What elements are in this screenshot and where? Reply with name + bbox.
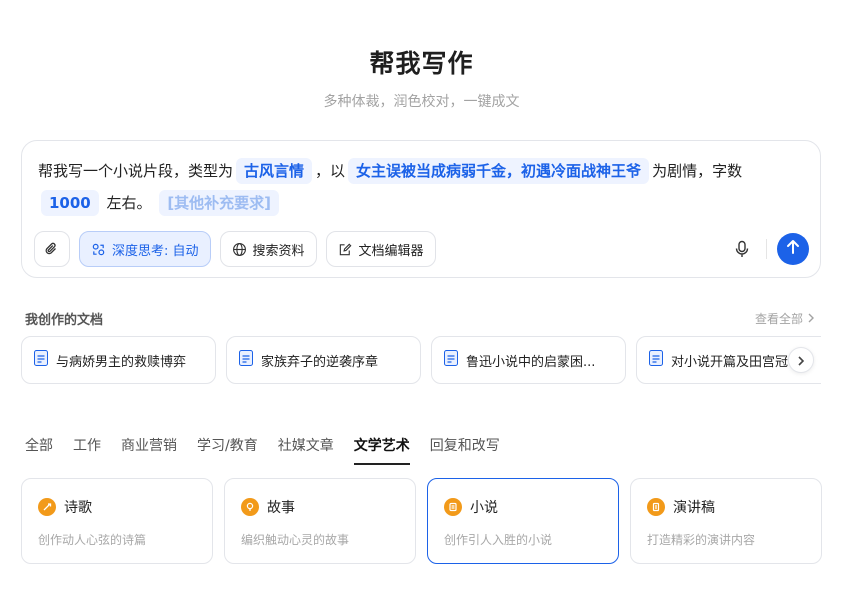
doc-editor-button[interactable]: 文档编辑器 xyxy=(325,231,436,267)
writing-type-cards: 诗歌 创作动人心弦的诗篇 故事 编织触动心灵的故事 小说 创作引人入胜的小说 演… xyxy=(21,478,822,564)
globe-icon xyxy=(232,242,247,257)
word-count-chip[interactable]: 1000 xyxy=(41,190,99,216)
card-title: 演讲稿 xyxy=(673,500,715,516)
extra-requirements-chip[interactable]: [其他补充要求] xyxy=(159,190,280,216)
doc-card[interactable]: 鲁迅小说中的启蒙困... xyxy=(431,336,626,384)
send-button[interactable] xyxy=(777,233,809,265)
chevron-right-icon xyxy=(807,312,815,326)
genre-chip[interactable]: 古风言情 xyxy=(236,158,313,184)
document-icon xyxy=(34,350,48,370)
card-description: 创作引人入胜的小说 xyxy=(444,533,553,547)
doc-title: 对小说开篇及田宫冠 xyxy=(671,354,789,370)
prompt-text[interactable]: 帮我写一个小说片段，类型为 古风言情 ，以 女主误被当成病弱千金，初遇冷面战神王爷 为剧… xyxy=(38,155,808,219)
doc-card[interactable]: 与病娇男主的救赎博弈 xyxy=(21,336,216,384)
card-story[interactable]: 故事 编织触动心灵的故事 xyxy=(224,478,416,564)
my-docs-title: 我创作的文档 xyxy=(25,313,104,328)
view-all-label: 查看全部 xyxy=(754,312,803,326)
prompt-segment: ，以 xyxy=(315,162,346,180)
doc-title: 鲁迅小说中的启蒙困... xyxy=(466,354,596,370)
arrow-up-icon xyxy=(786,239,800,259)
toolbar-divider xyxy=(766,239,767,259)
tab-work[interactable]: 工作 xyxy=(73,435,101,465)
doc-title: 家族弃子的逆袭序章 xyxy=(261,354,379,370)
card-title: 故事 xyxy=(267,500,295,516)
prompt-segment: 左右。 xyxy=(106,194,152,212)
tab-social-media[interactable]: 社媒文章 xyxy=(278,435,334,465)
edit-document-icon xyxy=(338,242,353,257)
search-label: 搜索资料 xyxy=(252,243,305,259)
plot-chip[interactable]: 女主误被当成病弱千金，初遇冷面战神王爷 xyxy=(348,158,650,184)
chevron-right-icon xyxy=(797,351,805,370)
card-description: 打造精彩的演讲内容 xyxy=(647,533,756,547)
search-button[interactable]: 搜索资料 xyxy=(219,231,317,267)
card-title: 诗歌 xyxy=(64,500,92,516)
doc-card[interactable]: 家族弃子的逆袭序章 xyxy=(226,336,421,384)
book-icon xyxy=(444,498,462,516)
composer-toolbar: 深度思考: 自动 搜索资料 文档编辑器 xyxy=(34,231,436,267)
card-title: 小说 xyxy=(470,500,498,516)
poem-icon xyxy=(38,498,56,516)
deep-think-button[interactable]: 深度思考: 自动 xyxy=(79,231,211,267)
card-novel[interactable]: 小说 创作引人入胜的小说 xyxy=(427,478,619,564)
document-icon xyxy=(239,350,253,370)
view-all-link[interactable]: 查看全部 xyxy=(755,310,815,327)
tab-all[interactable]: 全部 xyxy=(25,435,53,465)
prompt-segment: 为剧情，字数 xyxy=(652,162,743,180)
card-poem[interactable]: 诗歌 创作动人心弦的诗篇 xyxy=(21,478,213,564)
prompt-composer[interactable]: 帮我写一个小说片段，类型为 古风言情 ，以 女主误被当成病弱千金，初遇冷面战神王爷 为剧… xyxy=(21,140,821,278)
prompt-segment: 帮我写一个小说片段，类型为 xyxy=(38,162,234,180)
paperclip-icon xyxy=(44,241,60,257)
page-title: 帮我写作 xyxy=(369,49,474,78)
microphone-icon[interactable] xyxy=(730,237,754,261)
page-subtitle: 多种体裁，润色校对，一键成文 xyxy=(323,94,520,110)
card-description: 编织触动心灵的故事 xyxy=(241,533,350,547)
doc-editor-label: 文档编辑器 xyxy=(358,243,424,259)
card-description: 创作动人心弦的诗篇 xyxy=(38,533,147,547)
document-icon xyxy=(649,350,663,370)
category-tabs: 全部 工作 商业营销 学习/教育 社媒文章 文学艺术 回复和改写 xyxy=(25,435,500,465)
atom-icon xyxy=(91,242,106,257)
document-icon xyxy=(444,350,458,370)
tab-literature-art[interactable]: 文学艺术 xyxy=(353,435,410,465)
recent-docs-list: 与病娇男主的救赎博弈 家族弃子的逆袭序章 鲁迅小说中的启蒙困... 对小说开篇及… xyxy=(21,336,821,384)
tab-marketing[interactable]: 商业营销 xyxy=(121,435,177,465)
document-icon xyxy=(647,498,665,516)
tab-reply-rewrite[interactable]: 回复和改写 xyxy=(430,435,500,465)
lightbulb-icon xyxy=(241,498,259,516)
deep-think-label: 深度思考: 自动 xyxy=(112,243,199,259)
doc-title: 与病娇男主的救赎博弈 xyxy=(56,354,187,370)
card-speech[interactable]: 演讲稿 打造精彩的演讲内容 xyxy=(630,478,822,564)
scroll-right-button[interactable] xyxy=(788,347,814,373)
tab-education[interactable]: 学习/教育 xyxy=(197,435,258,465)
attach-button[interactable] xyxy=(34,231,70,267)
